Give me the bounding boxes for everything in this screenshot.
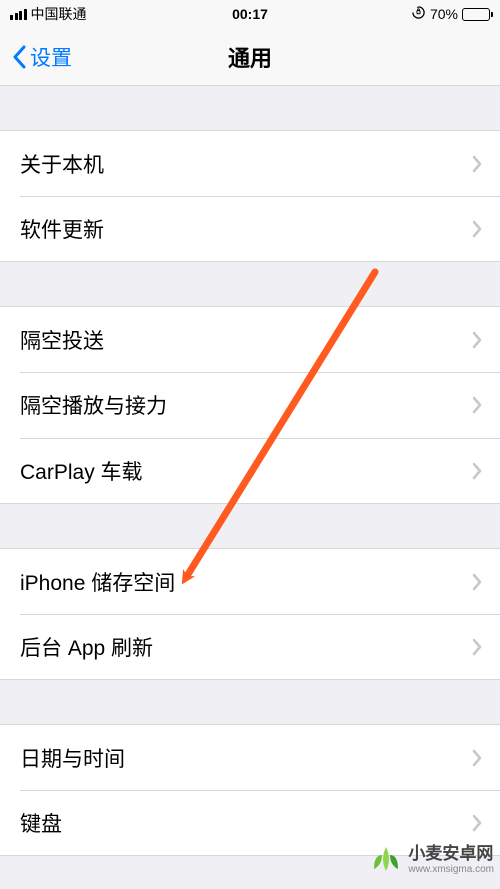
- chevron-right-icon: [472, 155, 482, 173]
- cell-about[interactable]: 关于本机: [0, 130, 500, 196]
- chevron-right-icon: [472, 462, 482, 480]
- battery-icon: [462, 8, 490, 21]
- cell-airdrop[interactable]: 隔空投送: [0, 306, 500, 372]
- group-airdrop: 隔空投送 隔空播放与接力 CarPlay 车载: [0, 306, 500, 504]
- cell-date-time[interactable]: 日期与时间: [0, 724, 500, 790]
- cell-label: 关于本机: [20, 149, 472, 179]
- cell-label: iPhone 储存空间: [20, 567, 472, 597]
- clock-label: 00:17: [170, 6, 330, 22]
- cell-label: 软件更新: [20, 214, 472, 244]
- cell-label: 键盘: [20, 808, 472, 838]
- cell-iphone-storage[interactable]: iPhone 储存空间: [0, 548, 500, 614]
- watermark-logo-icon: [370, 841, 402, 873]
- chevron-right-icon: [472, 814, 482, 832]
- cell-label: 隔空播放与接力: [20, 390, 472, 420]
- cell-software-update[interactable]: 软件更新: [0, 196, 500, 262]
- cell-label: CarPlay 车载: [20, 456, 472, 486]
- cell-background-refresh[interactable]: 后台 App 刷新: [0, 614, 500, 680]
- chevron-right-icon: [472, 331, 482, 349]
- cell-carplay[interactable]: CarPlay 车载: [0, 438, 500, 504]
- chevron-right-icon: [472, 749, 482, 767]
- page-title: 通用: [0, 41, 500, 73]
- cell-label: 隔空投送: [20, 325, 472, 355]
- chevron-right-icon: [472, 396, 482, 414]
- carrier-label: 中国联通: [31, 4, 87, 24]
- chevron-right-icon: [472, 638, 482, 656]
- watermark: 小麦安卓网 www.xmsigma.com: [370, 839, 494, 875]
- nav-bar: 设置 通用: [0, 28, 500, 86]
- back-label: 设置: [30, 42, 72, 72]
- group-about: 关于本机 软件更新: [0, 130, 500, 262]
- cell-label: 后台 App 刷新: [20, 632, 472, 662]
- chevron-right-icon: [472, 573, 482, 591]
- orientation-lock-icon: [411, 5, 426, 23]
- back-button[interactable]: 设置: [12, 42, 72, 72]
- signal-icon: [10, 9, 27, 20]
- status-left: 中国联通: [10, 4, 170, 24]
- chevron-left-icon: [12, 45, 26, 69]
- group-datetime: 日期与时间 键盘: [0, 724, 500, 856]
- cell-label: 日期与时间: [20, 743, 472, 773]
- group-storage: iPhone 储存空间 后台 App 刷新: [0, 548, 500, 680]
- cell-airplay[interactable]: 隔空播放与接力: [0, 372, 500, 438]
- watermark-text: 小麦安卓网 www.xmsigma.com: [408, 839, 494, 875]
- chevron-right-icon: [472, 220, 482, 238]
- battery-pct-label: 70%: [430, 6, 458, 22]
- status-right: 70%: [330, 5, 490, 23]
- status-bar: 中国联通 00:17 70%: [0, 0, 500, 28]
